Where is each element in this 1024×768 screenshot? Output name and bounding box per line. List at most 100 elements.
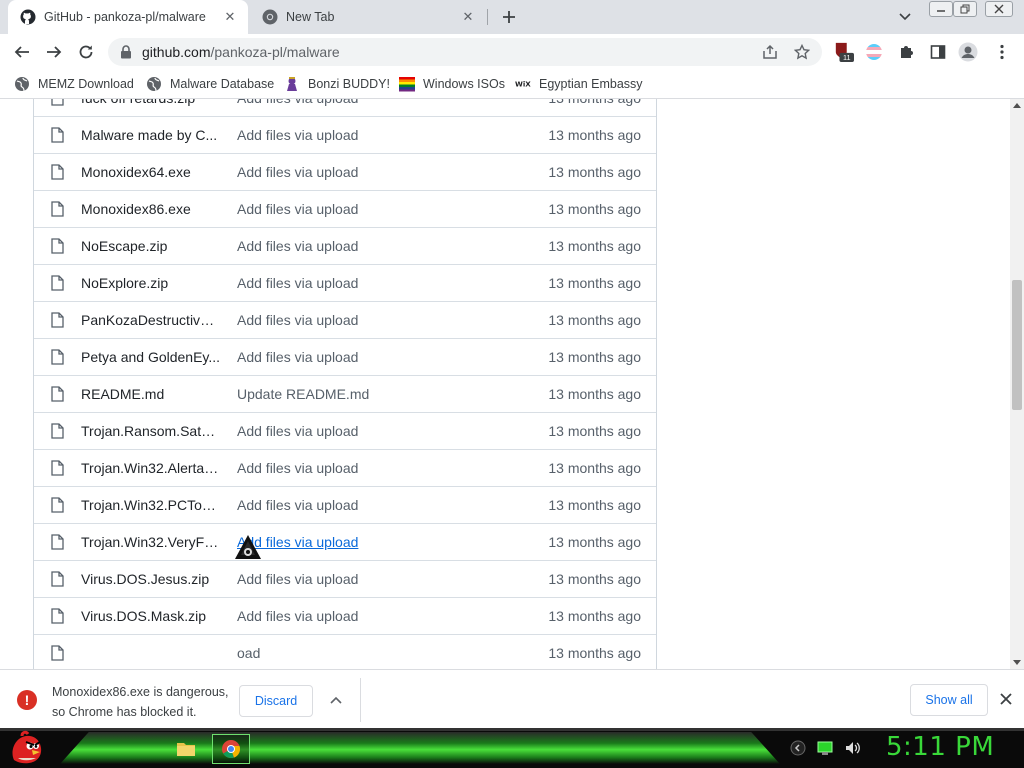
lock-icon[interactable] [120, 45, 132, 59]
page-scrollbar[interactable] [1010, 99, 1024, 669]
bookmark-bonzi-buddy[interactable]: Bonzi BUDDY! [284, 75, 390, 93]
commit-message-link[interactable]: Add files via upload [237, 460, 358, 476]
file-name-link[interactable]: Monoxidex86.exe [81, 201, 221, 217]
file-row[interactable]: Virus.DOS.Jesus.zip Add files via upload 1… [34, 560, 656, 597]
commit-message-link[interactable]: oad [237, 645, 260, 661]
file-name-link[interactable]: NoExplore.zip [81, 275, 221, 291]
chevron-up-icon[interactable] [328, 692, 344, 708]
discard-button[interactable]: Discard [239, 685, 313, 717]
file-row[interactable]: Malware made by C... Add files via upload… [34, 116, 656, 153]
chrome-icon [262, 9, 278, 25]
commit-message-link[interactable]: Add files via upload [237, 608, 358, 624]
commit-message-link[interactable]: Add files via upload [237, 99, 358, 106]
file-row[interactable]: Monoxidex86.exe Add files via upload 13 mo… [34, 190, 656, 227]
commit-message-link[interactable]: Add files via upload [237, 312, 358, 328]
network-icon[interactable] [816, 740, 834, 756]
file-icon [51, 164, 67, 180]
file-name-link[interactable]: Trojan.Win32.PCToas... [81, 497, 221, 513]
file-row[interactable]: README.md Update README.md 13 months ago [34, 375, 656, 412]
file-icon [51, 99, 67, 106]
file-name-link[interactable]: Virus.DOS.Mask.zip [81, 608, 221, 624]
file-row[interactable]: NoExplore.zip Add files via upload 13 mont… [34, 264, 656, 301]
file-row[interactable]: NoEscape.zip Add files via upload 13 month… [34, 227, 656, 264]
commit-message-link[interactable]: Add files via upload [237, 571, 358, 587]
commit-message-link[interactable]: Update README.md [237, 386, 369, 402]
show-all-button[interactable]: Show all [910, 684, 988, 716]
bookmark-egyptian-embassy[interactable]: WiX Egyptian Embassy [515, 75, 643, 93]
file-name-link[interactable]: Virus.DOS.Jesus.zip [81, 571, 221, 587]
share-icon[interactable] [762, 44, 778, 60]
file-name-link[interactable]: Trojan.Ransom.Satan... [81, 423, 221, 439]
reload-icon[interactable] [74, 40, 98, 64]
file-icon [51, 423, 67, 439]
bookmark-label: MEMZ Download [38, 77, 134, 91]
close-tab-icon[interactable]: ✕ [458, 7, 478, 27]
close-window-button[interactable] [985, 1, 1013, 17]
file-name-link[interactable]: PanKozaDestructive.... [81, 312, 221, 328]
file-row[interactable]: Monoxidex64.exe Add files via upload 13 mo… [34, 153, 656, 190]
minimize-button[interactable] [929, 1, 953, 17]
commit-message-link[interactable]: Add files via upload [237, 497, 358, 513]
start-button-angry-bird-icon[interactable] [8, 730, 46, 766]
bookmark-star-icon[interactable] [794, 44, 810, 60]
menu-kebab-icon[interactable] [992, 42, 1012, 62]
close-tab-icon[interactable]: ✕ [220, 7, 240, 27]
commit-message-link[interactable]: Add files via upload [237, 349, 358, 365]
file-row[interactable]: oad 13 months ago [34, 634, 656, 669]
scroll-down-arrow-icon[interactable] [1013, 660, 1021, 665]
file-row[interactable]: Trojan.Win32.VeryFu... Add files via uplo… [34, 523, 656, 560]
file-row[interactable]: Trojan.Win32.Alerta.z... Add files via up… [34, 449, 656, 486]
file-icon [51, 349, 67, 365]
taskbar-chrome-icon[interactable] [212, 734, 250, 764]
bookmark-windows-isos[interactable]: Windows ISOs [399, 75, 505, 93]
bookmark-label: Malware Database [170, 77, 275, 91]
commit-message-link[interactable]: Add files via upload [237, 275, 358, 291]
back-arrow-icon[interactable] [10, 40, 34, 64]
file-name-link[interactable]: NoEscape.zip [81, 238, 221, 254]
commit-message-link[interactable]: Add files via upload [237, 164, 358, 180]
file-name-link[interactable]: Trojan.Win32.VeryFu... [81, 534, 221, 550]
puzzle-extensions-icon[interactable] [896, 42, 916, 62]
tab-new-tab[interactable]: New Tab ✕ [250, 0, 486, 34]
tab-title: New Tab [286, 10, 335, 24]
tray-expand-icon[interactable] [790, 740, 806, 756]
file-icon [51, 201, 67, 217]
file-name-link[interactable]: README.md [81, 386, 221, 402]
file-row[interactable]: Petya and GoldenEy... Add files via uploa… [34, 338, 656, 375]
file-row[interactable]: Trojan.Ransom.Satan... Add files via uplo… [34, 412, 656, 449]
commit-message-link[interactable]: Add files via upload [237, 201, 358, 217]
file-name-link[interactable]: Petya and GoldenEy... [81, 349, 221, 365]
taskbar-clock[interactable]: 5:11 PM [886, 732, 994, 762]
forward-arrow-icon[interactable] [42, 40, 66, 64]
tab-github[interactable]: GitHub - pankoza-pl/malware ✕ [8, 0, 248, 34]
file-name-link[interactable]: Monoxidex64.exe [81, 164, 221, 180]
profile-avatar-icon[interactable] [958, 42, 978, 62]
tab-search-chevron-icon[interactable] [895, 8, 915, 26]
bookmark-memz[interactable]: MEMZ Download [14, 75, 134, 93]
file-row[interactable]: Trojan.Win32.PCToas... Add files via uplo… [34, 486, 656, 523]
file-name-link[interactable]: Malware made by C... [81, 127, 221, 143]
commit-message-link[interactable]: Add files via upload [237, 127, 358, 143]
file-name-link[interactable]: Trojan.Win32.Alerta.z... [81, 460, 221, 476]
file-row[interactable]: fuck off retards.zip Add files via upload… [34, 99, 656, 116]
system-tray [790, 740, 862, 756]
address-bar[interactable]: github.com/pankoza-pl/malware [108, 38, 822, 66]
restore-button[interactable] [953, 1, 977, 17]
bookmark-malware-database[interactable]: Malware Database [146, 75, 274, 93]
new-tab-button[interactable] [498, 6, 520, 28]
side-panel-icon[interactable] [928, 42, 948, 62]
close-icon[interactable] [998, 691, 1014, 707]
commit-message-link[interactable]: Add files via upload [237, 423, 358, 439]
wix-icon: WiX [515, 76, 531, 92]
file-row[interactable]: Virus.DOS.Mask.zip Add files via upload 13… [34, 597, 656, 634]
scroll-up-arrow-icon[interactable] [1013, 103, 1021, 108]
file-row[interactable]: PanKozaDestructive.... Add files via uplo… [34, 301, 656, 338]
scrollbar-thumb[interactable] [1012, 280, 1022, 410]
extension-shield-icon[interactable]: 11 [834, 42, 854, 62]
taskbar-explorer-folder-icon[interactable] [168, 734, 204, 762]
commit-message-link[interactable]: Add files via upload [237, 238, 358, 254]
volume-icon[interactable] [844, 740, 862, 756]
trans-flag-extension-icon[interactable] [864, 42, 884, 62]
file-name-link[interactable]: fuck off retards.zip [81, 99, 221, 106]
file-icon [51, 127, 67, 143]
